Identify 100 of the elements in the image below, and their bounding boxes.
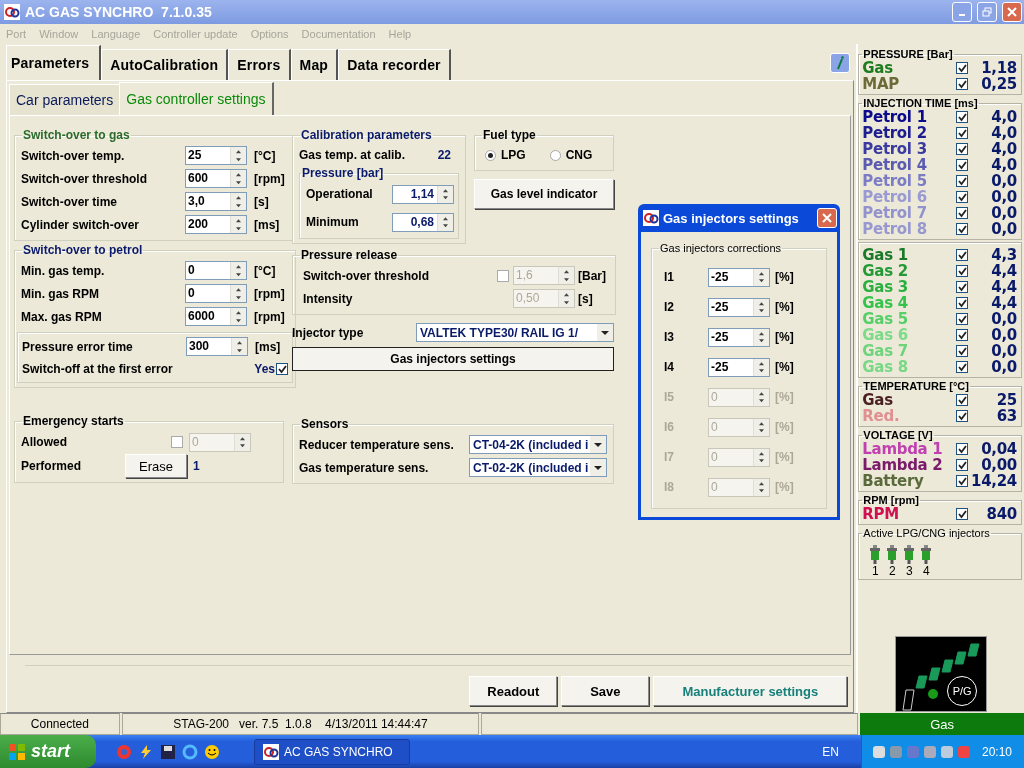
unit-label: [rpm]	[253, 286, 286, 301]
channel-label: MAP	[862, 75, 900, 93]
spin-field[interactable]: 1,14	[392, 184, 454, 204]
language-indicator[interactable]: EN	[822, 744, 839, 759]
radio-option[interactable]: CNG	[549, 148, 593, 162]
caret-icon[interactable]	[597, 324, 613, 341]
radio-option[interactable]: LPG	[485, 148, 526, 162]
action-button[interactable]: Manufacturer settings	[653, 676, 848, 706]
channel-label: Gas	[862, 391, 894, 409]
group-title: PRESSURE [Bar]	[862, 48, 954, 60]
sensor-dropdown[interactable]: CT-04-2K (included i	[469, 435, 607, 454]
checkbox[interactable]	[956, 175, 969, 187]
checkbox[interactable]	[956, 475, 969, 487]
injector-label: I4	[664, 360, 675, 374]
checkbox[interactable]	[956, 159, 969, 171]
checkbox[interactable]	[956, 361, 969, 373]
checkbox[interactable]	[956, 127, 969, 139]
checkbox[interactable]	[956, 249, 969, 261]
spin-field[interactable]: 200	[185, 215, 247, 234]
checkbox[interactable]	[956, 443, 969, 455]
action-button[interactable]: Save	[561, 676, 650, 706]
spin-field[interactable]: 25	[185, 146, 247, 165]
app-logo-icon	[643, 210, 659, 226]
spin-field[interactable]: 300	[186, 337, 248, 356]
channel-label: Petrol 8	[862, 220, 928, 238]
checkbox[interactable]	[956, 329, 969, 341]
spin-field[interactable]: 0	[185, 261, 247, 280]
checkbox[interactable]	[956, 207, 969, 219]
caret-icon[interactable]	[590, 436, 606, 453]
tab[interactable]: Errors	[228, 49, 291, 80]
unit-label: [°C]	[253, 148, 277, 163]
checkbox[interactable]	[956, 297, 969, 309]
group-title: RPM [rpm]	[862, 494, 920, 506]
tab[interactable]: AutoCalibration	[101, 49, 229, 80]
tab[interactable]: Car parameters	[9, 84, 120, 115]
checkbox[interactable]	[956, 265, 969, 277]
gas-level-button[interactable]: Gas level indicator	[474, 179, 614, 209]
group-title: Gas injectors corrections	[659, 242, 783, 254]
channel-value: 14,24	[970, 472, 1017, 490]
radio-icon[interactable]	[549, 149, 561, 161]
channel-label: Gas 7	[862, 342, 909, 360]
erase-button[interactable]: Erase	[125, 454, 187, 478]
smiley-icon[interactable]	[204, 743, 220, 760]
checkbox[interactable]	[956, 410, 969, 422]
spin-field[interactable]: 0	[185, 284, 247, 303]
radio-icon[interactable]	[485, 149, 496, 161]
taskbar-window-button[interactable]: AC GAS SYNCHRO	[254, 738, 410, 765]
sensor-dropdown[interactable]: CT-02-2K (included i	[469, 458, 607, 477]
field-label: Gas temp. at calib.	[299, 148, 406, 162]
minimize-icon	[959, 14, 965, 16]
field-label: Switch-over threshold	[21, 171, 149, 186]
ring-icon[interactable]	[182, 743, 198, 760]
tray-icon[interactable]	[871, 744, 886, 759]
spin-field[interactable]: -25	[708, 297, 770, 317]
checkbox[interactable]	[956, 394, 969, 406]
tab[interactable]: Data recorder	[338, 49, 451, 80]
spin-field[interactable]: 600	[185, 169, 247, 188]
checkbox[interactable]	[956, 191, 969, 203]
field-label: Injector type	[292, 325, 364, 340]
field-label: Switch-over threshold	[303, 268, 431, 283]
tab[interactable]: Parameters	[6, 45, 102, 80]
gas-injectors-button[interactable]: Gas injectors settings	[292, 347, 614, 371]
channel-label: Lambda 1	[862, 440, 944, 458]
spin-field[interactable]: -25	[708, 267, 770, 287]
checkbox[interactable]	[956, 223, 969, 235]
checkbox[interactable]	[276, 363, 288, 375]
restore-icon	[982, 7, 992, 17]
info-button[interactable]	[830, 53, 851, 73]
injector-type-dropdown[interactable]: VALTEK TYPE30/ RAIL IG 1/	[416, 323, 614, 342]
caret-icon[interactable]	[590, 459, 606, 476]
checkbox[interactable]	[956, 281, 969, 293]
channel-value: 1,18	[980, 59, 1017, 77]
lightning-icon[interactable]	[138, 743, 154, 760]
spin-field[interactable]: 6000	[185, 307, 247, 326]
checkbox[interactable]	[956, 508, 969, 520]
tab[interactable]: Map	[290, 49, 339, 80]
spin-field[interactable]: -25	[708, 327, 770, 347]
action-button[interactable]: Readout	[469, 676, 558, 706]
spin-field[interactable]: 3,0	[185, 192, 247, 211]
channel-label: Gas 6	[862, 326, 909, 344]
checkbox[interactable]	[956, 78, 969, 90]
spin-field[interactable]: 0,68	[392, 212, 454, 232]
checkbox[interactable]	[956, 345, 969, 357]
checkbox[interactable]	[956, 143, 969, 155]
tab[interactable]: Gas controller settings	[119, 82, 274, 115]
checkbox[interactable]	[956, 111, 969, 123]
checkbox[interactable]	[956, 313, 969, 325]
group-title: Pressure [bar]	[301, 166, 385, 180]
field-label: Cylinder switch-over	[21, 217, 141, 232]
close-button[interactable]	[1002, 2, 1022, 22]
field-label: Switch-off at the first error	[22, 362, 173, 376]
checkbox[interactable]	[956, 459, 969, 471]
unit-label: [%]	[774, 480, 795, 494]
close-button[interactable]	[817, 208, 837, 228]
field-label: Gas temperature sens.	[299, 460, 429, 475]
spin-field[interactable]: -25	[708, 357, 770, 377]
unit-label: [%]	[774, 300, 795, 314]
channel-value: 4,4	[990, 262, 1017, 280]
field-label: Reducer temperature sens.	[299, 437, 454, 452]
checkbox[interactable]	[956, 62, 969, 74]
